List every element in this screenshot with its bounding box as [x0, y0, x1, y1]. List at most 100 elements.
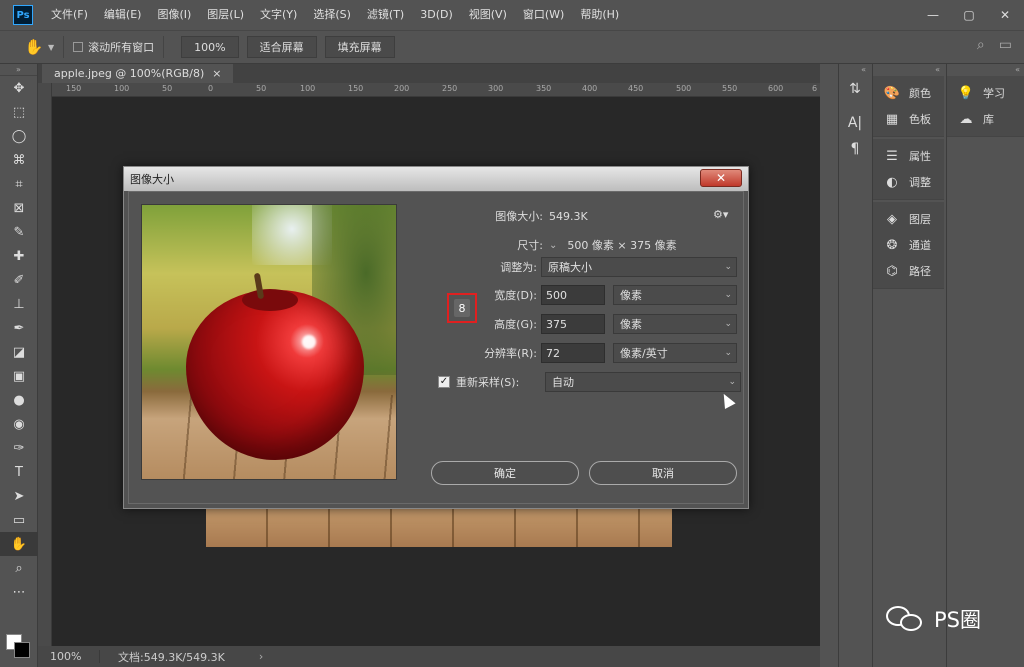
cancel-button[interactable]: 取消 [589, 461, 737, 485]
collapse-panel-icon[interactable]: « [839, 64, 870, 76]
divider [63, 36, 65, 58]
panel-item-properties[interactable]: ☰ 属性 [873, 143, 944, 169]
healing-brush-tool-icon[interactable]: ✚ [0, 244, 38, 268]
fit-to-label: 调整为: [500, 261, 537, 274]
window-controls: — ▢ ✕ [920, 0, 1018, 30]
menu-layer[interactable]: 图层(L) [199, 0, 252, 30]
fill-screen-button[interactable]: 填充屏幕 [324, 36, 395, 58]
marquee-tool-icon[interactable]: ⬚ [0, 100, 38, 124]
collapse-toolbar-icon[interactable]: » [0, 64, 37, 76]
panel-item-paths[interactable]: ⌬ 路径 [873, 258, 944, 284]
horizontal-ruler[interactable]: 150 100 50 0 50 100 150 200 250 300 350 … [52, 83, 820, 97]
panel-item-channels[interactable]: ❂ 通道 [873, 232, 944, 258]
search-icon[interactable]: ⌕ [977, 37, 985, 53]
resample-select[interactable]: 自动 ⌄ [545, 372, 741, 392]
dialog-title-bar[interactable]: 图像大小 ✕ [124, 167, 748, 191]
adjustments-icon: ◐ [886, 174, 898, 190]
width-input[interactable]: 500 [541, 285, 605, 305]
menu-view[interactable]: 视图(V) [461, 0, 515, 30]
fit-to-select[interactable]: 原稿大小 ⌄ [541, 257, 737, 277]
image-preview[interactable] [141, 204, 397, 480]
panel-item-swatches[interactable]: ▦ 色板 [873, 106, 944, 132]
ruler-tick: 100 [300, 84, 316, 93]
options-right: ⌕ ▭ [977, 37, 1012, 53]
color-swatches[interactable] [6, 624, 32, 660]
resample-checkbox[interactable]: ✓ [438, 376, 450, 388]
menu-edit[interactable]: 编辑(E) [96, 0, 150, 30]
panel-item-libraries[interactable]: ☁ 库 [947, 106, 1024, 132]
watermark: PS圈 [886, 604, 981, 634]
height-input[interactable]: 375 [541, 314, 605, 334]
maximize-icon[interactable]: ▢ [956, 8, 982, 22]
rectangle-tool-icon[interactable]: ▭ [0, 508, 38, 532]
fit-screen-button[interactable]: 适合屏幕 [246, 36, 317, 58]
panel-item-adjustments[interactable]: ◐ 调整 [873, 169, 944, 195]
panel-item-layers[interactable]: ◈ 图层 [873, 206, 944, 232]
menu-3d[interactable]: 3D(D) [412, 0, 461, 30]
move-tool-icon[interactable]: ✥ [0, 76, 38, 100]
close-window-icon[interactable]: ✕ [992, 8, 1018, 22]
scroll-all-windows-checkbox[interactable] [73, 42, 84, 52]
preset-chevron-down-icon[interactable]: ▼ [48, 43, 54, 52]
type-tool-icon[interactable]: T [0, 460, 38, 484]
ok-button[interactable]: 确定 [431, 461, 579, 485]
vertical-ruler[interactable] [38, 83, 52, 646]
pen-tool-icon[interactable]: ✑ [0, 436, 38, 460]
brush-tool-icon[interactable]: ✐ [0, 268, 38, 292]
history-icon[interactable]: ⇅ [839, 76, 871, 102]
menu-file[interactable]: 文件(F) [43, 0, 96, 30]
document-tab-bar: apple.jpeg @ 100%(RGB/8) × [38, 64, 820, 83]
tab-close-icon[interactable]: × [212, 64, 221, 83]
dimensions-chevron-down-icon[interactable]: ⌄ [549, 240, 557, 251]
background-color-swatch[interactable] [14, 642, 30, 658]
panel-dock-icons: « ⇅ A| ¶ [838, 64, 870, 667]
lasso-tool-icon[interactable]: ◯ [0, 124, 38, 148]
path-select-tool-icon[interactable]: ➤ [0, 484, 38, 508]
divider [163, 36, 165, 58]
history-brush-tool-icon[interactable]: ✒ [0, 316, 38, 340]
menu-select[interactable]: 选择(S) [305, 0, 359, 30]
dialog-body: 图像大小: 549.3K ⚙▾ 尺寸: ⌄ 500 像素 × 375 像素 调整… [128, 191, 744, 504]
collapse-panel-icon[interactable]: « [947, 64, 1024, 76]
menu-image[interactable]: 图像(I) [149, 0, 199, 30]
frame-tool-icon[interactable]: ⊠ [0, 196, 38, 220]
eyedropper-tool-icon[interactable]: ✎ [0, 220, 38, 244]
menu-help[interactable]: 帮助(H) [572, 0, 627, 30]
height-unit-select[interactable]: 像素 ⌄ [613, 314, 737, 334]
gradient-tool-icon[interactable]: ▣ [0, 364, 38, 388]
blur-tool-icon[interactable]: ● [0, 388, 38, 412]
hand-tool-icon[interactable]: ✋ [0, 532, 38, 556]
crop-tool-icon[interactable]: ⌗ [0, 172, 38, 196]
gear-icon[interactable]: ⚙▾ [713, 208, 728, 221]
menu-type[interactable]: 文字(Y) [252, 0, 305, 30]
zoom-100-button[interactable]: 100% [181, 36, 239, 58]
panel-item-color[interactable]: 🎨 颜色 [873, 80, 944, 106]
dodge-tool-icon[interactable]: ◉ [0, 412, 38, 436]
collapse-panel-icon[interactable]: « [873, 64, 944, 76]
document-tab-label: apple.jpeg @ 100%(RGB/8) [54, 67, 205, 80]
width-unit-select[interactable]: 像素 ⌄ [613, 285, 737, 305]
minimize-icon[interactable]: — [920, 8, 946, 22]
ruler-tick: 400 [582, 84, 598, 93]
workspace-icon[interactable]: ▭ [999, 37, 1012, 53]
dialog-close-button[interactable]: ✕ [700, 169, 742, 187]
clone-stamp-tool-icon[interactable]: ⊥ [0, 292, 38, 316]
eraser-tool-icon[interactable]: ◪ [0, 340, 38, 364]
zoom-tool-icon[interactable]: ⌕ [0, 556, 38, 580]
paragraph-icon[interactable]: ¶ [839, 136, 871, 162]
ruler-tick: 500 [676, 84, 692, 93]
menu-window[interactable]: 窗口(W) [515, 0, 572, 30]
menu-filter[interactable]: 滤镜(T) [359, 0, 412, 30]
resolution-unit-select[interactable]: 像素/英寸 ⌄ [613, 343, 737, 363]
panel-item-learn[interactable]: 💡 学习 [947, 80, 1024, 106]
width-unit-value: 像素 [620, 289, 642, 302]
resolution-input[interactable]: 72 [541, 343, 605, 363]
document-tab[interactable]: apple.jpeg @ 100%(RGB/8) × [42, 64, 234, 83]
zoom-level[interactable]: 100% [38, 650, 100, 663]
more-tools-icon[interactable]: ⋯ [0, 580, 38, 604]
quick-select-tool-icon[interactable]: ⌘ [0, 148, 38, 172]
character-icon[interactable]: A| [839, 110, 871, 136]
status-menu-icon[interactable]: › [259, 650, 263, 663]
hand-tool-preset-icon[interactable]: ✋ [24, 37, 44, 57]
document-image[interactable] [206, 505, 672, 547]
